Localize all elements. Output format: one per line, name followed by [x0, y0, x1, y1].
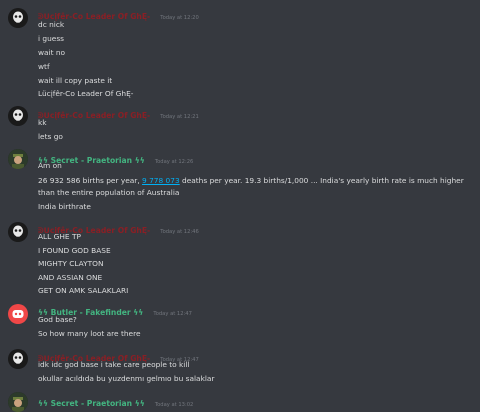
skull-avatar-icon[interactable]: [8, 222, 28, 242]
message-text: I FOUND GOD BASE: [38, 246, 111, 255]
timestamp: Today at 12:21: [160, 114, 199, 120]
message-text: AND ASSIAN ONE: [38, 273, 103, 282]
username[interactable]: ϟϟ Secret - Praetorian ϟϟ: [38, 399, 145, 408]
timestamp: Today at 12:26: [154, 159, 194, 165]
soldier-avatar-icon[interactable]: [8, 149, 28, 169]
skull-avatar-icon[interactable]: [8, 8, 28, 28]
skull-avatar-icon[interactable]: [8, 106, 28, 126]
message-text: 26 932 586 births per year, 9 778 073 de…: [38, 175, 474, 198]
message-text: kk: [38, 118, 47, 127]
message-header: ϟϟ Secret - Praetorian ϟϟ Today at 13:02: [38, 391, 193, 408]
message-text: MIGHTY CLAYTON: [38, 259, 104, 268]
username[interactable]: ᕲᑌcįfêr-Co Leader Of GhĘ-: [38, 111, 150, 120]
message-text: ALL GHE TP: [38, 232, 81, 241]
message-text: dc nick: [38, 20, 65, 29]
message-text: idk idc god base i take care people to k…: [38, 360, 190, 369]
message-header: ᕲᑌcįfêr-Co Leader Of GhĘ- Today at 12:46: [38, 218, 199, 235]
message-text: lets go: [38, 132, 63, 141]
message-list: ᕲᑌcįfêr-Co Leader Of GhĘ- Today at 12:20…: [0, 0, 480, 412]
timestamp: Today at 12:47: [153, 311, 192, 317]
message-header: ϟϟ Secret - Praetorian ϟϟ Today at 12:26: [38, 148, 193, 165]
message-text: i guess: [38, 34, 65, 43]
message-header: ϟϟ Butler - Fakefinder ϟϟ Today at 12:47: [38, 300, 192, 317]
soldier-avatar-icon[interactable]: [8, 392, 28, 412]
message-text: Lücįfêr-Co Leader Of GhĘ-: [38, 89, 134, 98]
discord-logo-icon[interactable]: [8, 304, 28, 324]
message-header: ᕲᑌcįfêr-Co Leader Of GhĘ- Today at 12:47: [38, 346, 199, 363]
message-text: Am on: [38, 161, 62, 170]
phone-link[interactable]: 9 778 073: [142, 176, 180, 185]
timestamp: Today at 12:46: [160, 229, 199, 235]
message-text: So how many loot are there: [38, 329, 141, 338]
message-text: wait ill copy paste it: [38, 76, 113, 85]
timestamp: Today at 13:02: [154, 402, 194, 408]
message-text: okullar acıldıda bu yuzdenmı gelmıo bu s…: [38, 374, 215, 383]
timestamp: Today at 12:20: [160, 15, 199, 21]
message-text: India birthrate: [38, 202, 91, 211]
skull-avatar-icon[interactable]: [8, 349, 28, 369]
message-text-prefix: 26 932 586 births per year,: [38, 176, 143, 185]
message-text: wtf: [38, 62, 50, 71]
message-header: ᕲᑌcįfêr-Co Leader Of GhĘ- Today at 12:21: [38, 103, 199, 120]
message-header: ᕲᑌcįfêr-Co Leader Of GhĘ- Today at 12:20: [38, 4, 199, 21]
message-text: God base?: [38, 315, 77, 324]
message-text: GET ON AMK SALAKLARI: [38, 286, 129, 295]
message-text: wait no: [38, 48, 66, 57]
